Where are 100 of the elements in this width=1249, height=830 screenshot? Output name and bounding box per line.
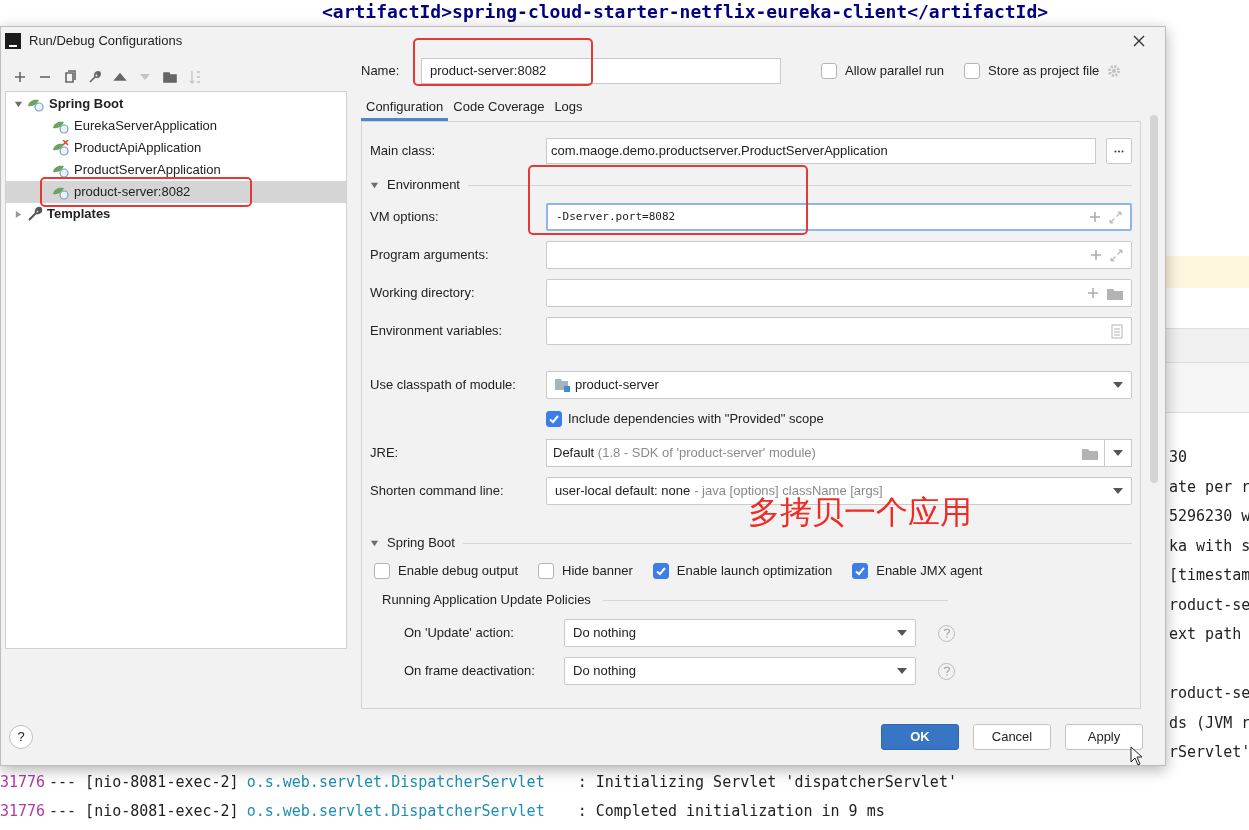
checkbox-label: Allow parallel run [845,62,944,81]
tree-item[interactable]: ProductApiApplication [6,137,346,159]
field-label: Program arguments: [370,246,490,265]
policy-dropdown[interactable]: Do nothing [564,619,916,647]
add-icon[interactable] [13,70,27,84]
tree-item[interactable]: Templates [6,203,346,225]
text-field[interactable] [546,317,1132,345]
spring-boot-section-title[interactable]: Spring Boot [387,533,455,553]
expand-icon[interactable] [1110,248,1123,262]
dropdown-arrow-icon [897,668,907,674]
dropdown-value: product-server [575,376,659,395]
dropdown-value: user-local default: none [555,482,691,501]
console-text: ka with s [1169,536,1249,555]
folder-add-icon[interactable] [163,70,177,84]
checkbox-label: Enable launch optimization [676,562,833,581]
plus-icon[interactable] [1090,249,1102,261]
text-field[interactable] [546,241,1132,269]
module-dropdown[interactable]: product-server [546,371,1132,399]
checkbox[interactable] [538,563,554,579]
expanded-arrow-icon[interactable] [14,99,23,109]
logger-name: o.s.web.servlet.DispatcherServlet [246,801,546,822]
console-text: ate per r [1169,477,1249,496]
wrench-icon[interactable] [88,70,102,84]
environment-section-title[interactable]: Environment [387,175,460,195]
checkbox[interactable] [546,411,562,427]
tree-item-label: Spring Boot [49,95,124,114]
gear-icon[interactable] [1107,64,1122,78]
checkbox-label: Include dependencies with "Provided" scope [568,410,824,429]
field-label: Environment variables: [370,322,504,341]
field-value: product-server:8082 [430,62,547,81]
logger-name: o.s.web.servlet.DispatcherServlet [246,771,546,793]
checkbox-label: Enable JMX agent [876,562,983,581]
tree-item-label: product-server:8082 [74,183,191,202]
field-label: Shorten command line: [370,482,505,501]
help-button[interactable]: ? [9,725,33,749]
field-label: On 'Update' action: [404,624,515,643]
field-label: On frame deactivation: [404,662,536,681]
text-field[interactable] [546,279,1132,307]
thread-name: --- [nio-8081-exec-2] [49,801,239,822]
copy-icon[interactable] [63,70,77,84]
checkbox-label: Enable debug output [398,562,518,581]
field-label: JRE: [370,444,400,463]
scrollbar[interactable] [1150,115,1158,483]
dialog-button[interactable]: Apply [1065,724,1143,750]
tree-item-label: ProductApiApplication [74,139,202,158]
checkbox[interactable] [964,63,980,79]
field-hint: (1.8 - SDK of 'product-server' module) [597,445,816,461]
text-field[interactable]: com.maoge.demo.productserver.ProductServerApplication [546,138,1096,164]
console-text: 30 [1169,448,1188,466]
expanded-arrow-icon[interactable] [370,180,379,190]
expand-icon[interactable] [1109,210,1122,224]
dialog-button[interactable]: Cancel [973,724,1051,750]
spring-boot-error-icon [52,140,70,156]
dropdown-arrow-icon [897,630,907,636]
sort-icon[interactable] [188,70,202,84]
checkbox[interactable] [852,563,869,579]
field-label: Main class: [370,142,437,161]
dropdown-arrow-icon [1113,382,1123,388]
tab[interactable]: Logs [549,95,588,121]
tree-item[interactable]: EurekaServerApplication [6,115,346,137]
log-message: : Completed initialization in 9 ms [577,801,885,822]
mouse-cursor-icon [1130,746,1144,766]
folder-icon[interactable] [1107,286,1123,300]
field-value: Default [553,445,595,461]
move-up-icon[interactable] [113,70,127,84]
collapsed-arrow-icon[interactable] [14,209,23,219]
console-text: rServlet' [1169,743,1249,761]
ellipsis-icon [1114,149,1124,153]
folder-icon[interactable] [1082,446,1098,460]
text-field[interactable]: -Dserver.port=8082 [546,203,1132,231]
checkbox[interactable] [374,563,390,579]
expanded-arrow-icon[interactable] [370,538,379,548]
checkbox[interactable] [652,563,669,579]
code-line: <artifactId>spring-cloud-starter-netflix-eureka-client</artifactId> [322,1,1049,22]
tree-item[interactable]: ProductServerApplication [6,159,346,181]
dropdown-value: Do nothing [573,662,636,681]
plus-icon[interactable] [1089,211,1101,223]
checkbox-label: Hide banner [562,562,633,581]
console-text: roduct-se [1169,595,1249,614]
dropdown-arrow-icon[interactable] [1113,450,1123,456]
browse-button[interactable] [1106,138,1132,164]
console-text: ext path [1169,625,1242,643]
field-label: VM options: [370,208,440,227]
tree-item[interactable]: Spring Boot [6,93,346,115]
log-message: : Initializing Servlet 'dispatcherServlet' [577,771,957,793]
jre-field[interactable]: Default (1.8 - SDK of 'product-server' module) [546,439,1132,467]
policy-dropdown[interactable]: Do nothing [564,657,916,685]
checkbox[interactable] [821,63,837,79]
document-icon[interactable] [1111,323,1123,339]
ok-button[interactable]: OK [881,724,959,750]
field-label: Use classpath of module: [370,376,517,395]
console-text: roduct-se [1169,684,1249,702]
plus-icon[interactable] [1087,287,1099,299]
tab[interactable]: Code Coverage [448,95,550,121]
close-icon[interactable] [1133,35,1145,47]
field-value: com.maoge.demo.productserver.ProductServerApplication [551,142,888,161]
tree-item[interactable]: product-server:8082 [6,181,346,203]
name-field[interactable]: product-server:8082 [421,58,781,84]
field-value: -Dserver.port=8082 [556,209,676,223]
tree-item-label: Templates [47,205,111,224]
